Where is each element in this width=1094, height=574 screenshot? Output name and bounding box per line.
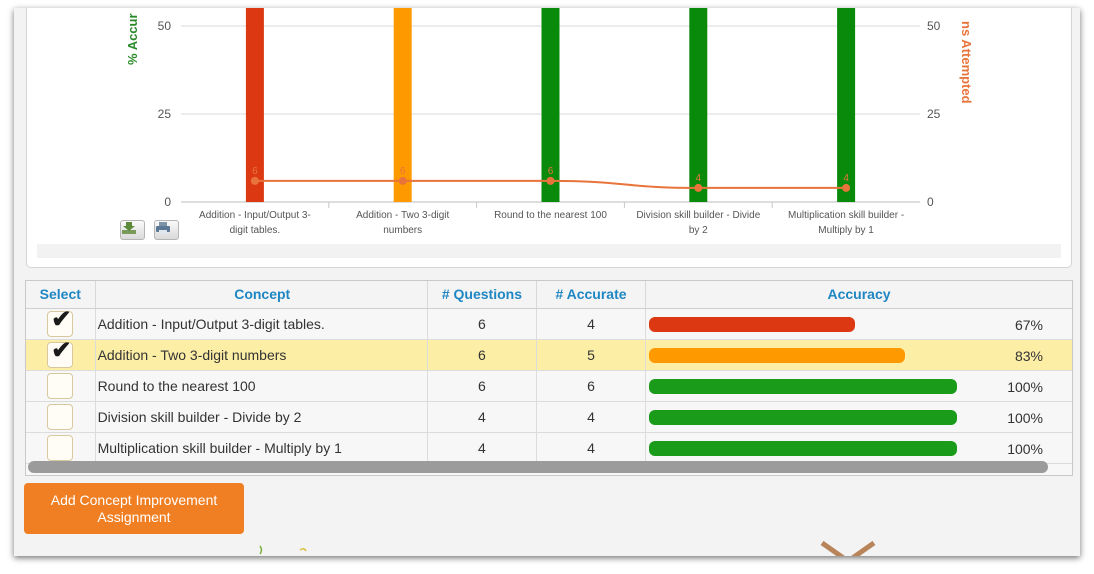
print-chart-button[interactable]: [154, 220, 179, 240]
select-cell: [26, 370, 96, 402]
accuracy-percent: 100%: [1007, 378, 1043, 395]
x-category-label: Round to the nearest 100: [494, 210, 607, 221]
left-axis-title: % Accur: [125, 13, 140, 65]
accurate-cell: 4: [536, 308, 647, 340]
print-icon: [156, 222, 170, 234]
questions-cell: 4: [427, 401, 537, 433]
x-category-label: Multiplication skill builder -: [788, 210, 904, 221]
concept-table: Select Concept # Questions # Accurate Ac…: [25, 280, 1073, 476]
download-icon: [122, 222, 136, 234]
left-tick-label: 50: [158, 19, 172, 33]
concept-cell: Multiplication skill builder - Multiply …: [95, 432, 428, 464]
accuracy-cell: 100%: [645, 370, 1072, 402]
x-category-label: Addition - Two 3-digit: [356, 210, 449, 221]
table-header-row: Select Concept # Questions # Accurate Ac…: [26, 281, 1072, 309]
checkmark-icon: ✔: [51, 336, 72, 364]
concept-cell: Round to the nearest 100: [95, 370, 428, 402]
x-category-label: by 2: [689, 225, 708, 236]
select-cell: ✔: [26, 336, 96, 371]
chart-footer: [37, 244, 1061, 258]
accurate-cell: 5: [536, 339, 647, 371]
accuracy-percent: 100%: [1007, 409, 1043, 426]
checkmark-icon: ✔: [51, 305, 72, 333]
decorative-footer-art: [259, 540, 876, 556]
accurate-cell: 6: [536, 370, 647, 402]
add-concept-improvement-assignment-button[interactable]: Add Concept Improvement Assignment: [24, 483, 244, 534]
row-checkbox[interactable]: ✔: [47, 305, 74, 337]
header-select[interactable]: Select: [26, 281, 96, 309]
accuracy-chart: 50 25 0 50 25 0 % Accur ns Attempted Addition - …: [125, 8, 974, 236]
x-category-label: digit tables.: [230, 225, 281, 236]
row-checkbox[interactable]: ✔: [47, 336, 74, 368]
x-category-label: Division skill builder - Divide: [636, 210, 760, 221]
table-row[interactable]: ✔ Addition - Two 3-digit numbers 6 5 83%: [26, 336, 1072, 371]
right-axis-title: ns Attempted: [959, 21, 974, 104]
x-category-label: Addition - Input/Output 3-: [199, 210, 311, 221]
select-cell: ✔: [26, 305, 96, 340]
questions-attempted-data-label: 6: [400, 166, 406, 177]
questions-attempted-data-label: 6: [252, 166, 258, 177]
header-accuracy[interactable]: Accuracy: [645, 281, 1072, 309]
download-chart-button[interactable]: [120, 220, 145, 240]
table-row[interactable]: Division skill builder - Divide by 2 4 4 10…: [26, 401, 1072, 433]
row-checkbox[interactable]: [47, 372, 74, 399]
accuracy-cell: 100%: [645, 432, 1072, 464]
accuracy-percent: 100%: [1007, 440, 1043, 457]
questions-attempted-point: [250, 176, 259, 185]
table-row[interactable]: ✔ Addition - Input/Output 3-digit tables.…: [26, 305, 1072, 340]
accuracy-cell: 100%: [645, 401, 1072, 433]
select-cell: [26, 432, 96, 464]
concept-cell: Addition - Input/Output 3-digit tables.: [95, 308, 428, 340]
concept-cell: Division skill builder - Divide by 2: [95, 401, 428, 433]
accurate-cell: 4: [536, 432, 647, 464]
row-checkbox[interactable]: [47, 403, 74, 430]
accurate-cell: 4: [536, 401, 647, 433]
header-accurate[interactable]: # Accurate: [536, 281, 647, 309]
chart-panel: 50 25 0 50 25 0 % Accur ns Attempted Addition - …: [26, 8, 1072, 268]
x-category-label: Multiply by 1: [818, 225, 874, 236]
accuracy-bar: [649, 378, 958, 394]
accuracy-percent: 83%: [1014, 347, 1043, 364]
header-questions[interactable]: # Questions: [427, 281, 537, 309]
accuracy-cell: 83%: [645, 339, 1072, 371]
accuracy-bar: [649, 409, 958, 425]
x-category-label: numbers: [383, 225, 422, 236]
questions-attempted-point: [546, 176, 555, 185]
select-cell: [26, 401, 96, 433]
questions-attempted-point: [842, 183, 851, 192]
left-tick-label: 0: [164, 195, 171, 209]
header-concept[interactable]: Concept: [95, 281, 428, 309]
accuracy-bar: [649, 440, 958, 456]
questions-cell: 6: [427, 339, 537, 371]
right-tick-label: 0: [927, 195, 934, 209]
row-checkbox[interactable]: [47, 434, 74, 461]
right-tick-label: 50: [927, 19, 941, 33]
questions-attempted-data-label: 4: [843, 173, 849, 184]
accuracy-bar: [649, 347, 905, 363]
questions-attempted-data-label: 4: [696, 173, 702, 184]
left-tick-label: 25: [158, 107, 172, 121]
questions-cell: 4: [427, 432, 537, 464]
table-row[interactable]: Round to the nearest 100 6 6 100%: [26, 370, 1072, 402]
right-tick-label: 25: [927, 107, 941, 121]
accuracy-bar: [649, 316, 856, 332]
questions-cell: 6: [427, 308, 537, 340]
table-row[interactable]: Multiplication skill builder - Multiply …: [26, 432, 1072, 464]
questions-cell: 6: [427, 370, 537, 402]
questions-attempted-point: [398, 176, 407, 185]
accuracy-cell: 67%: [645, 308, 1072, 340]
accuracy-percent: 67%: [1014, 316, 1043, 333]
concept-cell: Addition - Two 3-digit numbers: [95, 339, 428, 371]
app-frame: 50 25 0 50 25 0 % Accur ns Attempted Addition - …: [14, 8, 1080, 556]
horizontal-scrollbar[interactable]: [28, 461, 1048, 473]
questions-attempted-point: [694, 183, 703, 192]
questions-attempted-data-label: 6: [548, 166, 554, 177]
